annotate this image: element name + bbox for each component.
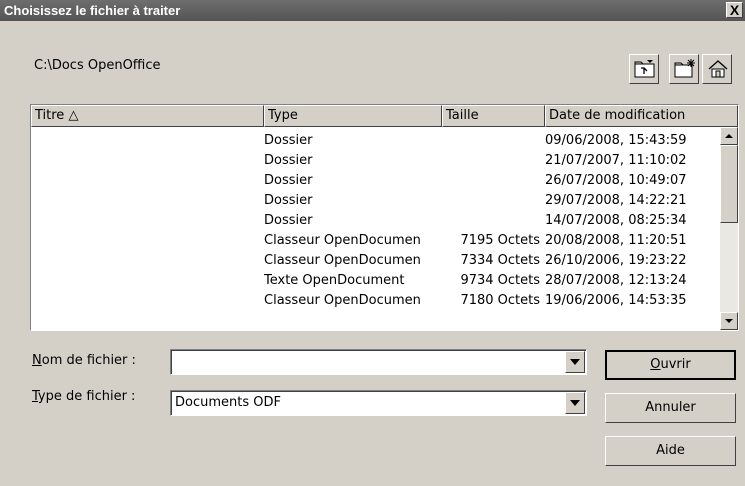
file-date: 14/07/2008, 08:25:34: [545, 213, 687, 228]
filetype-label: Type de fichier :: [32, 389, 136, 404]
file-list[interactable]: Titre △ Type Taille Date de modification…: [30, 104, 739, 331]
column-header-type[interactable]: Type: [264, 105, 442, 127]
file-date: 28/07/2008, 12:13:24: [545, 273, 687, 288]
home-icon: [708, 60, 728, 78]
filename-label: Nom de fichier :: [32, 353, 136, 368]
file-date: 26/10/2006, 19:23:22: [545, 253, 687, 268]
file-type: Classeur OpenDocumen: [264, 233, 421, 248]
vertical-scrollbar[interactable]: [720, 127, 738, 330]
close-button[interactable]: X: [726, 2, 743, 18]
filetype-dropdown-button[interactable]: [565, 392, 585, 414]
filetype-value: Documents ODF: [175, 395, 281, 410]
file-row[interactable]: basePlateDossier09/06/2008, 15:43:59: [31, 131, 721, 151]
file-row[interactable]: _setgetDataArray.odsClasseur OpenDocumen…: [31, 251, 721, 271]
file-row[interactable]: cibleO2.odsClasseur OpenDocumen7180 Octe…: [31, 291, 721, 311]
file-type: Dossier: [264, 213, 313, 228]
arrow-down-icon: [725, 319, 733, 323]
filetype-select[interactable]: Documents ODF: [170, 390, 587, 416]
new-folder-icon: [674, 59, 695, 78]
file-size: 7334 Octets: [460, 253, 540, 268]
filename-input[interactable]: [170, 349, 587, 375]
home-button[interactable]: [702, 54, 732, 84]
file-date: 09/06/2008, 15:43:59: [545, 133, 687, 148]
chevron-down-icon: [570, 359, 580, 365]
file-row[interactable]: _cible.odsClasseur OpenDocumen7195 Octet…: [31, 231, 721, 251]
scroll-thumb[interactable]: [720, 145, 738, 223]
file-row[interactable]: annonceSoldes.odtTexte OpenDocument9734 …: [31, 271, 721, 291]
cancel-button[interactable]: Annuler: [605, 393, 736, 423]
file-row[interactable]: élève garçonDossier21/07/2007, 11:10:02: [31, 151, 721, 171]
filename-dropdown-button[interactable]: [565, 351, 585, 373]
folder-up-button[interactable]: [629, 54, 659, 84]
file-type: Texte OpenDocument: [264, 273, 405, 288]
open-button[interactable]: Ouvrir: [605, 350, 736, 380]
column-header-title[interactable]: Titre △: [31, 105, 264, 127]
current-path: C:\Docs OpenOffice: [34, 58, 161, 73]
folder-up-icon: [634, 60, 655, 78]
scroll-up-button[interactable]: [720, 127, 738, 145]
file-size: 9734 Octets: [460, 273, 540, 288]
file-row[interactable]: resultatDossier29/07/2008, 14:22:21: [31, 191, 721, 211]
chevron-down-icon: [570, 400, 580, 406]
scroll-down-button[interactable]: [720, 312, 738, 330]
column-header-size[interactable]: Taille: [442, 105, 545, 127]
file-size: 7195 Octets: [460, 233, 540, 248]
file-type: Dossier: [264, 133, 313, 148]
file-type: Classeur OpenDocumen: [264, 253, 421, 268]
window-title: Choisissez le fichier à traiter: [4, 3, 181, 18]
file-type: Dossier: [264, 193, 313, 208]
file-row[interactable]: sddDossier14/07/2008, 08:25:34: [31, 211, 721, 231]
file-date: 20/08/2008, 11:20:51: [545, 233, 687, 248]
file-type: Classeur OpenDocumen: [264, 293, 421, 308]
file-date: 19/06/2006, 14:53:35: [545, 293, 687, 308]
help-button[interactable]: Aide: [605, 436, 736, 466]
file-date: 26/07/2008, 10:49:07: [545, 173, 687, 188]
file-date: 21/07/2007, 11:10:02: [545, 153, 687, 168]
file-type: Dossier: [264, 153, 313, 168]
file-type: Dossier: [264, 173, 313, 188]
file-date: 29/07/2008, 14:22:21: [545, 193, 687, 208]
new-folder-button[interactable]: [669, 54, 699, 84]
arrow-up-icon: [725, 134, 733, 138]
column-header-date[interactable]: Date de modification: [545, 105, 738, 127]
file-row[interactable]: mesCsvDossier26/07/2008, 10:49:07: [31, 171, 721, 191]
title-bar: Choisissez le fichier à traiter X: [0, 0, 745, 21]
file-size: 7180 Octets: [460, 293, 540, 308]
